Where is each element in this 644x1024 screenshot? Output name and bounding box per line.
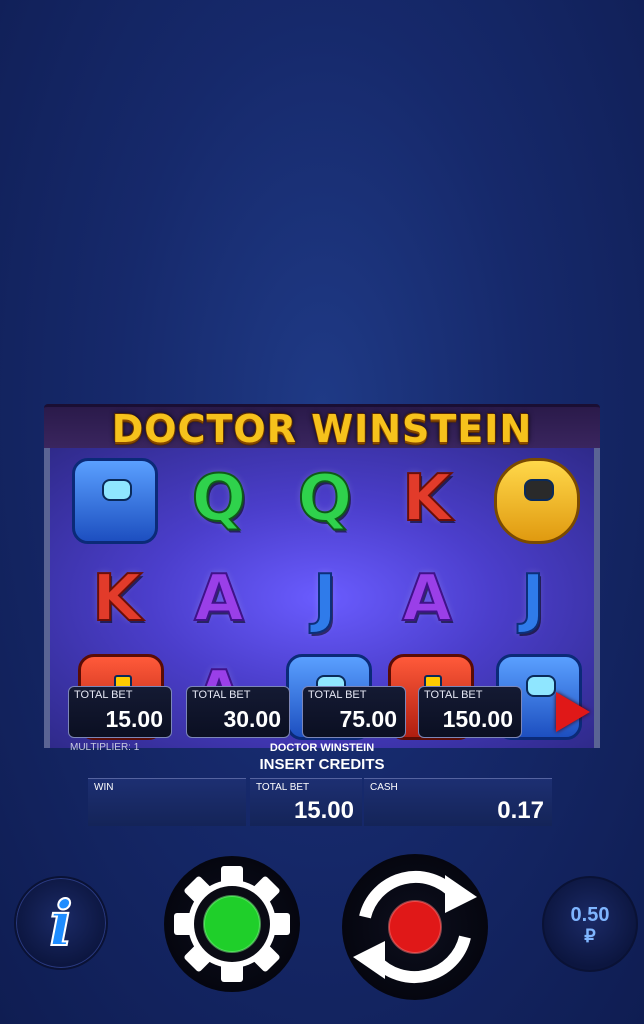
total-bet-value: 15.00 <box>293 797 354 824</box>
symbol-robot-blue <box>72 458 158 544</box>
cash-box: CASH 0.17 <box>364 778 552 826</box>
bet-option-label: TOTAL BET <box>424 689 483 701</box>
info-icon: i <box>48 886 74 961</box>
bet-option-label: TOTAL BET <box>74 689 133 701</box>
info-button[interactable]: i <box>14 876 108 970</box>
symbol-robot-yellow <box>494 458 580 544</box>
settings-button[interactable] <box>164 856 300 992</box>
gear-icon <box>174 866 290 982</box>
coin-value: 0.50 <box>570 903 610 926</box>
win-box: WIN <box>88 778 246 826</box>
currency-symbol: ₽ <box>584 925 596 946</box>
info-bar: WIN TOTAL BET 15.00 CASH 0.17 <box>88 778 554 830</box>
symbol-a: A <box>401 561 453 637</box>
game-frame: DOCTOR WINSTEIN Q Q K K A J A J A TOTAL … <box>44 404 600 756</box>
bet-option-30[interactable]: TOTAL BET 30.00 <box>186 686 290 738</box>
cash-label: CASH <box>370 782 398 793</box>
bet-option-75[interactable]: TOTAL BET 75.00 <box>302 686 406 738</box>
bet-option-label: TOTAL BET <box>308 689 367 701</box>
game-name-label: DOCTOR WINSTEIN <box>269 742 375 754</box>
play-arrow-icon[interactable] <box>556 692 590 732</box>
cash-value: 0.17 <box>497 797 544 824</box>
bet-selector: TOTAL BET 15.00 TOTAL BET 30.00 TOTAL BE… <box>68 686 608 744</box>
total-bet-box: TOTAL BET 15.00 <box>250 778 362 826</box>
spin-button[interactable] <box>342 854 488 1000</box>
coin-value-button[interactable]: 0.50 ₽ <box>542 876 638 972</box>
spin-arrows-icon <box>353 870 477 984</box>
status-message: INSERT CREDITS <box>259 756 385 773</box>
symbol-k: K <box>401 461 453 537</box>
win-label: WIN <box>94 782 114 793</box>
bet-option-value: 30.00 <box>223 706 281 732</box>
game-title: DOCTOR WINSTEIN <box>44 404 600 451</box>
bet-option-label: TOTAL BET <box>192 689 251 701</box>
symbol-q: Q <box>297 461 353 537</box>
bet-option-150[interactable]: TOTAL BET 150.00 <box>418 686 522 738</box>
symbol-q: Q <box>191 461 247 537</box>
symbol-k: K <box>91 561 143 637</box>
total-bet-label: TOTAL BET <box>256 782 310 793</box>
bet-option-15[interactable]: TOTAL BET 15.00 <box>68 686 172 738</box>
symbol-j: J <box>312 561 338 637</box>
symbol-a: A <box>193 561 245 637</box>
bet-option-value: 75.00 <box>339 706 397 732</box>
symbol-j: J <box>520 561 546 637</box>
bet-option-value: 150.00 <box>442 706 513 732</box>
bet-option-value: 15.00 <box>105 706 163 732</box>
